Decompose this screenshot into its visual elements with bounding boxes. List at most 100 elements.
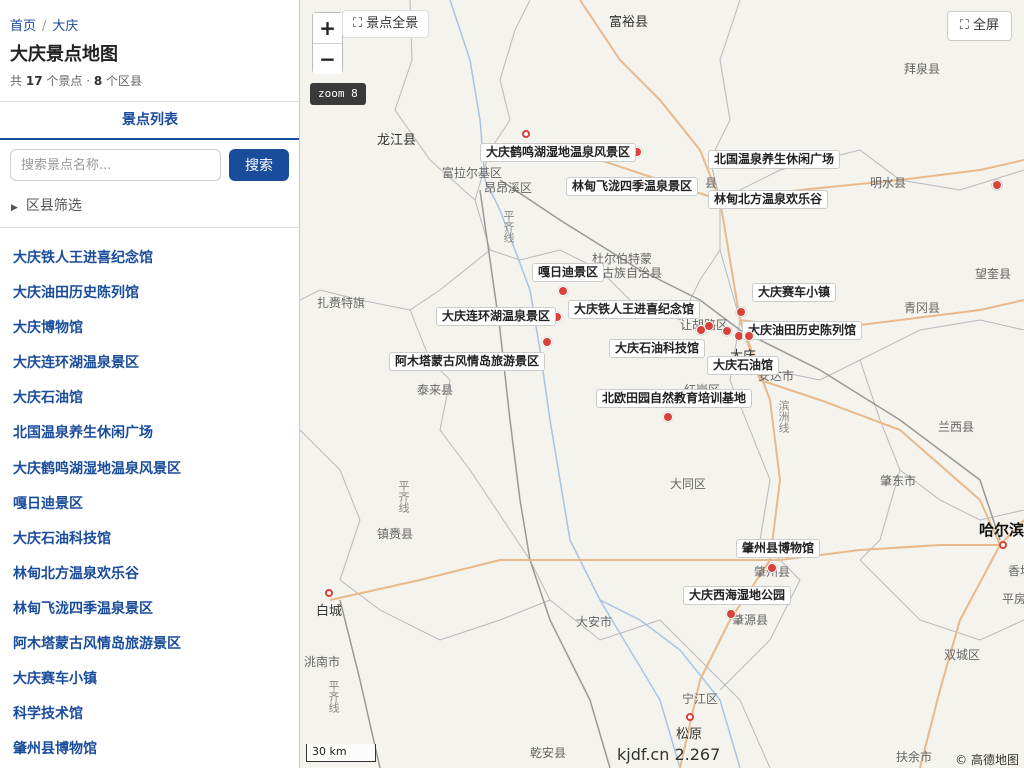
attraction-list-item[interactable]: 林甸北方温泉欢乐谷 <box>13 564 181 599</box>
place-label: 双城区 <box>944 648 981 662</box>
place-label: 龙江县 <box>377 133 417 148</box>
tab-attraction-list[interactable]: 景点列表 <box>0 102 299 140</box>
search-input[interactable] <box>10 149 221 181</box>
map-pin-icon[interactable] <box>767 563 777 573</box>
city-dot <box>522 130 530 138</box>
fullscreen-icon: ⛶ <box>959 18 969 33</box>
place-label: 大安市 <box>576 615 613 629</box>
map-marker-label[interactable]: 大庆石油科技馆 <box>609 339 706 358</box>
place-label: 兰西县 <box>938 420 975 434</box>
attraction-list-item[interactable]: 林甸飞泷四季温泉景区 <box>13 599 181 634</box>
attraction-list-item[interactable]: 肇州县博物馆 <box>13 739 181 768</box>
place-label: 白城 <box>316 604 343 619</box>
zoom-control: + − <box>312 12 343 74</box>
attraction-list-item[interactable]: 大庆石油科技馆 <box>13 529 181 564</box>
place-label: 平齐线 <box>397 480 410 513</box>
overview-button[interactable]: ⛶ 景点全景 <box>342 10 430 38</box>
expand-icon: ⛶ <box>353 16 363 31</box>
map-attribution[interactable]: © 高德地图 <box>955 751 1019 768</box>
city-dot <box>686 713 694 721</box>
map-marker-label[interactable]: 林甸北方温泉欢乐谷 <box>708 190 829 209</box>
overview-label: 景点全景 <box>366 16 419 31</box>
attraction-list-item[interactable]: 大庆石油馆 <box>13 388 181 423</box>
map-base-layer <box>300 0 1024 768</box>
attraction-list-item[interactable]: 大庆赛车小镇 <box>13 669 181 704</box>
attraction-list-item[interactable]: 大庆油田历史陈列馆 <box>13 283 181 318</box>
district-unit: 个区县 <box>106 74 143 88</box>
place-label: 松原 <box>676 727 703 742</box>
map-marker-label[interactable]: 大庆鹤鸣湖湿地温泉风景区 <box>480 143 637 162</box>
map-marker-label[interactable]: 大庆赛车小镇 <box>752 283 837 302</box>
map-pin-icon[interactable] <box>663 412 673 422</box>
zoom-out-button[interactable]: − <box>313 44 342 74</box>
app-root: 首页 / 大庆 大庆景点地图 共 17 个景点 · 8 个区县 景点列表 搜索 ▶ 区… <box>0 0 1024 768</box>
zoom-level-badge: zoom 8 <box>310 83 366 105</box>
place-label: 青冈县 <box>904 301 941 315</box>
attraction-list-item[interactable]: 大庆鹤鸣湖湿地温泉风景区 <box>13 459 181 494</box>
place-label: 古族自治县 <box>602 266 663 280</box>
map-pin-icon[interactable] <box>696 325 706 335</box>
place-label: 乾安县 <box>530 746 567 760</box>
divider <box>0 227 299 228</box>
place-label: 扎赉特旗 <box>317 296 366 310</box>
place-label: 镇赉县 <box>377 527 414 541</box>
place-label: 县 <box>705 176 718 190</box>
map-marker-label[interactable]: 北国温泉养生休闲广场 <box>708 150 841 169</box>
place-label: 平齐线 <box>327 680 340 713</box>
map-marker-label[interactable]: 林甸飞泷四季温泉景区 <box>566 177 699 196</box>
breadcrumb-separator: / <box>42 19 47 34</box>
map-pin-icon[interactable] <box>726 609 736 619</box>
stats-prefix: 共 <box>10 74 23 88</box>
map-pin-icon[interactable] <box>744 331 754 341</box>
place-label: 明水县 <box>870 176 907 190</box>
zoom-in-button[interactable]: + <box>313 13 342 43</box>
caret-right-icon: ▶ <box>11 203 18 213</box>
place-label: 哈尔滨 <box>979 521 1024 539</box>
place-label: 泰来县 <box>417 383 454 397</box>
map-marker-label[interactable]: 阿木塔蒙古风情岛旅游景区 <box>389 352 546 371</box>
attraction-list-item[interactable]: 科学技术馆 <box>13 704 181 739</box>
place-label: 香坊 <box>1008 564 1024 578</box>
place-label: 平房 <box>1002 592 1024 606</box>
map-canvas[interactable]: 富裕县 拜泉县 龙江县 富拉尔基区 昂昂溪区 明水县 杜尔伯特蒙 古族自治县 扎赉特旗 青冈县 望奎… <box>300 0 1024 768</box>
sidebar: 首页 / 大庆 大庆景点地图 共 17 个景点 · 8 个区县 景点列表 搜索 ▶ 区… <box>0 0 300 768</box>
district-filter-toggle[interactable]: ▶ 区县筛选 <box>11 195 82 215</box>
map-pin-icon[interactable] <box>722 326 732 336</box>
map-marker-label[interactable]: 肇州县博物馆 <box>736 539 821 558</box>
attraction-list-item[interactable]: 大庆连环湖温泉景区 <box>13 353 181 388</box>
place-label: 扶余市 <box>896 750 933 764</box>
district-count: 8 <box>93 74 103 88</box>
fullscreen-button[interactable]: ⛶ 全屏 <box>946 11 1012 41</box>
attraction-list-item[interactable]: 嘎日迪景区 <box>13 494 181 529</box>
attraction-list-item[interactable]: 大庆博物馆 <box>13 318 181 353</box>
map-marker-label[interactable]: 大庆石油馆 <box>707 356 780 375</box>
attraction-list: 大庆铁人王进喜纪念馆 大庆油田历史陈列馆 大庆博物馆 大庆连环湖温泉景区 大庆石油馆 北国… <box>13 248 181 768</box>
place-label: 富裕县 <box>609 15 649 30</box>
attraction-list-item[interactable]: 大庆铁人王进喜纪念馆 <box>13 248 181 283</box>
place-label: 肇东市 <box>880 474 917 488</box>
page-title: 大庆景点地图 <box>10 44 118 65</box>
scale-bar: 30 km <box>306 744 376 762</box>
place-label: 昂昂溪区 <box>484 181 533 195</box>
fullscreen-label: 全屏 <box>972 18 999 33</box>
spot-unit: 个景点 · <box>46 74 91 88</box>
spot-count: 17 <box>25 74 43 88</box>
map-marker-label[interactable]: 大庆西海湿地公园 <box>683 586 792 605</box>
map-pin-icon[interactable] <box>542 337 552 347</box>
watermark: kjdf.cn 2.267 <box>617 745 721 764</box>
map-pin-icon[interactable] <box>558 286 568 296</box>
map-marker-label[interactable]: 大庆铁人王进喜纪念馆 <box>568 300 701 319</box>
place-label: 滨洲线 <box>777 400 790 433</box>
map-pin-icon[interactable] <box>736 307 746 317</box>
attraction-list-item[interactable]: 阿木塔蒙古风情岛旅游景区 <box>13 634 181 669</box>
map-marker-label[interactable]: 北欧田园自然教育培训基地 <box>596 389 753 408</box>
map-marker-label[interactable]: 嘎日迪景区 <box>532 263 605 282</box>
map-marker-label[interactable]: 大庆连环湖温泉景区 <box>436 307 557 326</box>
breadcrumb-home[interactable]: 首页 <box>10 19 36 34</box>
search-button[interactable]: 搜索 <box>229 149 289 181</box>
breadcrumb-current[interactable]: 大庆 <box>52 19 78 34</box>
map-marker-label[interactable]: 大庆油田历史陈列馆 <box>742 321 863 340</box>
map-pin-icon[interactable] <box>992 180 1002 190</box>
attraction-list-item[interactable]: 北国温泉养生休闲广场 <box>13 423 181 458</box>
place-label: 拜泉县 <box>904 62 941 76</box>
